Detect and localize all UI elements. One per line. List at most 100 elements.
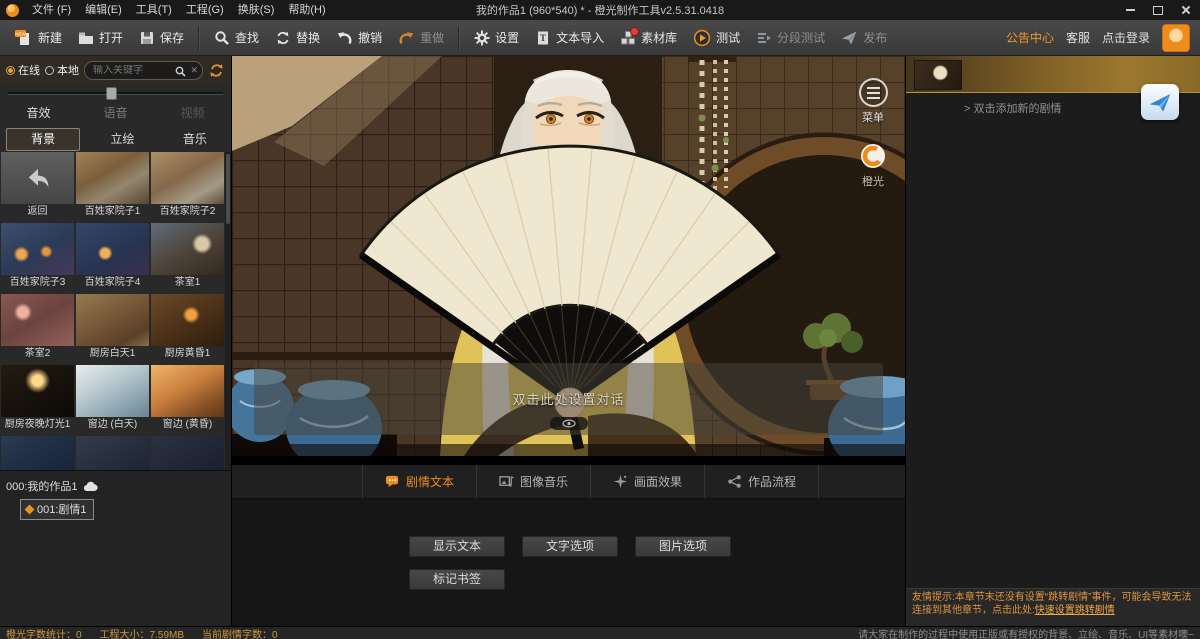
text-import-button[interactable]: T 文本导入 — [528, 24, 611, 52]
menu-file[interactable]: 文件 (F) — [25, 0, 78, 20]
close-button[interactable] — [1180, 4, 1192, 16]
thumb-item[interactable] — [76, 436, 149, 470]
clear-search-icon[interactable]: ✕ — [190, 65, 198, 76]
paper-plane-blue-icon — [1147, 90, 1173, 114]
save-button-label: 保存 — [160, 29, 184, 46]
test-button[interactable]: 测试 — [686, 24, 747, 52]
bookmark-button[interactable]: 标记书签 — [409, 569, 505, 590]
tab-image-music-label: 图像音乐 — [520, 473, 568, 490]
user-avatar[interactable] — [1162, 24, 1190, 52]
thumb-item[interactable]: 茶室2 — [1, 294, 74, 362]
tab-work-flow[interactable]: 作品流程 — [705, 465, 819, 498]
image-options-button[interactable]: 图片选项 — [635, 536, 731, 557]
new-file-icon: NEW — [15, 30, 33, 46]
scene-preview[interactable]: 双击此处设置对话 菜单 橙光 — [232, 56, 905, 456]
thumb-label: 茶室1 — [151, 275, 224, 291]
new-button[interactable]: NEW 新建 — [8, 24, 69, 52]
tab-screen-effects[interactable]: 画面效果 — [591, 465, 705, 498]
menu-help[interactable]: 帮助(H) — [281, 0, 332, 20]
thumb-item[interactable] — [1, 436, 74, 470]
login-link[interactable]: 点击登录 — [1102, 29, 1150, 46]
dialog-setup-area[interactable]: 双击此处设置对话 — [254, 363, 883, 435]
show-text-button[interactable]: 显示文本 — [409, 536, 505, 557]
test-button-label: 测试 — [716, 29, 740, 46]
menu-skin[interactable]: 换肤(S) — [231, 0, 282, 20]
tree-plot-item-selected[interactable]: 001:剧情1 — [20, 499, 94, 520]
replace-arrows-icon — [275, 30, 291, 46]
tree-root-item[interactable]: 000:我的作品1 — [6, 478, 225, 494]
thumb-item[interactable]: 厨房白天1 — [76, 294, 149, 362]
find-button[interactable]: 查找 — [207, 24, 266, 52]
menu-tools[interactable]: 工具(T) — [129, 0, 179, 20]
dialog-visibility-toggle[interactable] — [550, 417, 588, 430]
maximize-button[interactable] — [1152, 4, 1164, 16]
window-controls — [1124, 0, 1192, 20]
category-video[interactable]: 视频 — [154, 101, 231, 125]
undo-button[interactable]: 撤销 — [329, 24, 389, 52]
thumb-item[interactable]: 窗边 (黄昏) — [151, 365, 224, 433]
radio-unselected-icon — [45, 66, 54, 75]
thumb-item[interactable]: 厨房夜晚灯光1 — [1, 365, 74, 433]
source-local-radio[interactable]: 本地 — [45, 62, 79, 78]
window-title: 我的作品1 (960*540) * - 橙光制作工具v2.5.31.0418 — [476, 2, 724, 18]
thumb-item[interactable]: 窗边 (白天) — [76, 365, 149, 433]
thumb-item[interactable]: 茶室1 — [151, 223, 224, 291]
search-icon[interactable] — [175, 64, 186, 82]
category-row-2: 背景 立绘 音乐 — [0, 126, 231, 152]
add-plot-hint[interactable]: > 双击添加新的剧情 — [964, 100, 1062, 116]
thumb-back[interactable]: 返回 — [1, 152, 74, 220]
paper-plane-icon — [841, 30, 858, 46]
replace-button[interactable]: 替换 — [268, 24, 327, 52]
thumb-image — [151, 223, 224, 275]
tab-image-music[interactable]: 图像音乐 — [477, 465, 591, 498]
minimize-button[interactable] — [1124, 4, 1136, 16]
thumb-item[interactable]: 百姓家院子3 — [1, 223, 74, 291]
preview-letterbox — [232, 456, 905, 465]
thumb-item[interactable]: 百姓家院子4 — [76, 223, 149, 291]
plot-diamond-icon — [25, 504, 35, 514]
menu-edit[interactable]: 编辑(E) — [78, 0, 129, 20]
save-button[interactable]: 保存 — [132, 24, 191, 52]
thumb-image — [151, 152, 224, 204]
material-sidebar: 在线 本地 ✕ 音效 语音 视频 — [0, 56, 232, 626]
category-voice[interactable]: 语音 — [77, 101, 154, 125]
source-online-radio[interactable]: 在线 — [6, 62, 40, 78]
thumb-item[interactable]: 百姓家院子2 — [151, 152, 224, 220]
refresh-button[interactable] — [208, 62, 225, 79]
thumb-item[interactable]: 百姓家院子1 — [76, 152, 149, 220]
category-sound[interactable]: 音效 — [0, 101, 77, 125]
settings-button[interactable]: 设置 — [467, 24, 526, 52]
thumb-image — [151, 436, 224, 470]
redo-button[interactable]: 重做 — [391, 24, 451, 52]
category-background[interactable]: 背景 — [6, 128, 80, 151]
thumbnail-scrollbar[interactable] — [225, 152, 231, 470]
segment-test-button[interactable]: 分段测试 — [749, 24, 832, 52]
local-label: 本地 — [57, 62, 79, 78]
scrollbar-thumb[interactable] — [226, 154, 230, 224]
publish-button[interactable]: 发布 — [834, 24, 894, 52]
image-music-icon — [499, 474, 514, 489]
customer-service-link[interactable]: 客服 — [1066, 29, 1090, 46]
category-sprite[interactable]: 立绘 — [86, 127, 158, 151]
category-music[interactable]: 音乐 — [159, 127, 231, 151]
open-button[interactable]: 打开 — [71, 24, 130, 52]
thumb-item[interactable]: 厨房黄昏1 — [151, 294, 224, 362]
plot-list-panel: > 双击添加新的剧情 友情提示:本章节末还没有设置“跳转剧情”事件，可能会导致无… — [905, 56, 1200, 626]
status-bar: 橙光字数统计：0 工程大小：7.59MB 当前剧情字数：0 请大家在制作的过程中… — [0, 626, 1200, 639]
quick-jump-button[interactable] — [1141, 84, 1179, 120]
tab-plot-text[interactable]: 剧情文本 — [362, 465, 477, 498]
quick-setup-jump-link[interactable]: 快速设置跳转剧情 — [1035, 605, 1115, 616]
flow-nodes-icon — [727, 474, 742, 489]
text-options-button[interactable]: 文字选项 — [522, 536, 618, 557]
thumb-image — [76, 436, 149, 470]
thumb-label: 百姓家院子3 — [1, 275, 74, 291]
thumb-label: 百姓家院子4 — [76, 275, 149, 291]
thumb-item[interactable] — [151, 436, 224, 470]
thumb-label: 茶室2 — [1, 346, 74, 362]
announcement-center-link[interactable]: 公告中心 — [1006, 29, 1054, 46]
dialog-hint-text: 双击此处设置对话 — [254, 389, 883, 408]
preview-menu-button[interactable]: 菜单 — [851, 78, 895, 125]
material-library-button[interactable]: 素材库 — [613, 24, 684, 52]
menu-project[interactable]: 工程(G) — [179, 0, 231, 20]
slider-handle[interactable] — [106, 87, 117, 100]
